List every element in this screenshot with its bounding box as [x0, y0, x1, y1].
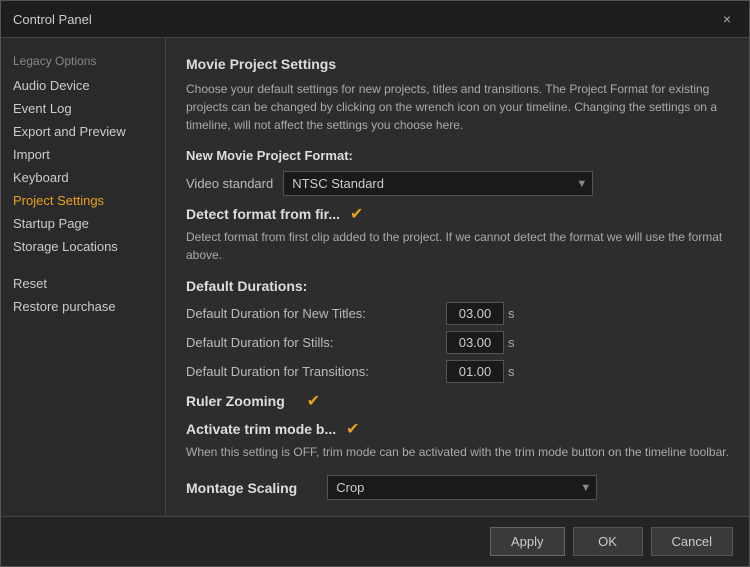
sidebar-section-label: Legacy Options [1, 50, 165, 74]
sidebar-item-audio-device[interactable]: Audio Device [1, 74, 165, 97]
sidebar-item-storage-locations[interactable]: Storage Locations [1, 235, 165, 258]
section-title: Movie Project Settings [186, 56, 729, 72]
ruler-zooming-check-icon: ✔ [307, 391, 320, 411]
duration-row-transitions: Default Duration for Transitions: s [186, 360, 729, 383]
duration-row-stills: Default Duration for Stills: s [186, 331, 729, 354]
sidebar-item-keyboard[interactable]: Keyboard [1, 166, 165, 189]
detect-format-row: Detect format from fir... ✔ [186, 204, 729, 224]
duration-transitions-unit: s [508, 364, 515, 379]
duration-transitions-input[interactable] [446, 360, 504, 383]
detect-format-label: Detect format from fir... [186, 206, 340, 222]
montage-scaling-row: Montage Scaling Crop Fit Stretch Fill ▼ [186, 475, 729, 500]
activate-trim-check-icon: ✔ [346, 419, 359, 439]
ruler-zooming-label: Ruler Zooming [186, 393, 285, 409]
sidebar-item-reset[interactable]: Reset [1, 272, 165, 295]
duration-row-titles: Default Duration for New Titles: s [186, 302, 729, 325]
detect-format-desc: Detect format from first clip added to t… [186, 228, 729, 264]
cancel-button[interactable]: Cancel [651, 527, 733, 556]
duration-stills-label: Default Duration for Stills: [186, 335, 446, 350]
dialog-title: Control Panel [13, 12, 92, 27]
main-content: Movie Project Settings Choose your defau… [166, 38, 749, 516]
montage-scaling-select[interactable]: Crop Fit Stretch Fill [327, 475, 597, 500]
control-panel-dialog: Control Panel × Legacy Options Audio Dev… [0, 0, 750, 567]
dialog-body: Legacy Options Audio Device Event Log Ex… [1, 38, 749, 516]
sidebar: Legacy Options Audio Device Event Log Ex… [1, 38, 166, 516]
format-label: New Movie Project Format: [186, 148, 729, 163]
duration-transitions-label: Default Duration for Transitions: [186, 364, 446, 379]
ok-button[interactable]: OK [573, 527, 643, 556]
main-description: Choose your default settings for new pro… [186, 80, 729, 134]
sidebar-item-restore-purchase[interactable]: Restore purchase [1, 295, 165, 318]
video-standard-select-wrapper: NTSC Standard PAL Standard Cinema 4K Cin… [283, 171, 593, 196]
video-standard-label: Video standard [186, 176, 273, 191]
title-bar: Control Panel × [1, 1, 749, 38]
montage-scaling-select-wrapper: Crop Fit Stretch Fill ▼ [327, 475, 597, 500]
ruler-zooming-row: Ruler Zooming ✔ [186, 391, 729, 411]
sidebar-item-startup-page[interactable]: Startup Page [1, 212, 165, 235]
detect-format-check-icon: ✔ [350, 204, 363, 224]
duration-stills-unit: s [508, 335, 515, 350]
apply-button[interactable]: Apply [490, 527, 565, 556]
video-standard-row: Video standard NTSC Standard PAL Standar… [186, 171, 729, 196]
close-button[interactable]: × [717, 9, 737, 29]
duration-titles-unit: s [508, 306, 515, 321]
sidebar-item-export-preview[interactable]: Export and Preview [1, 120, 165, 143]
activate-trim-label: Activate trim mode b... [186, 421, 336, 437]
montage-scaling-label: Montage Scaling [186, 480, 297, 496]
activate-trim-desc: When this setting is OFF, trim mode can … [186, 443, 729, 461]
sidebar-item-import[interactable]: Import [1, 143, 165, 166]
sidebar-item-project-settings[interactable]: Project Settings [1, 189, 165, 212]
duration-titles-input[interactable] [446, 302, 504, 325]
duration-titles-label: Default Duration for New Titles: [186, 306, 446, 321]
duration-stills-input[interactable] [446, 331, 504, 354]
sidebar-item-event-log[interactable]: Event Log [1, 97, 165, 120]
activate-trim-row: Activate trim mode b... ✔ [186, 419, 729, 439]
video-standard-select[interactable]: NTSC Standard PAL Standard Cinema 4K Cin… [283, 171, 593, 196]
dialog-footer: Apply OK Cancel [1, 516, 749, 566]
default-durations-label: Default Durations: [186, 278, 729, 294]
